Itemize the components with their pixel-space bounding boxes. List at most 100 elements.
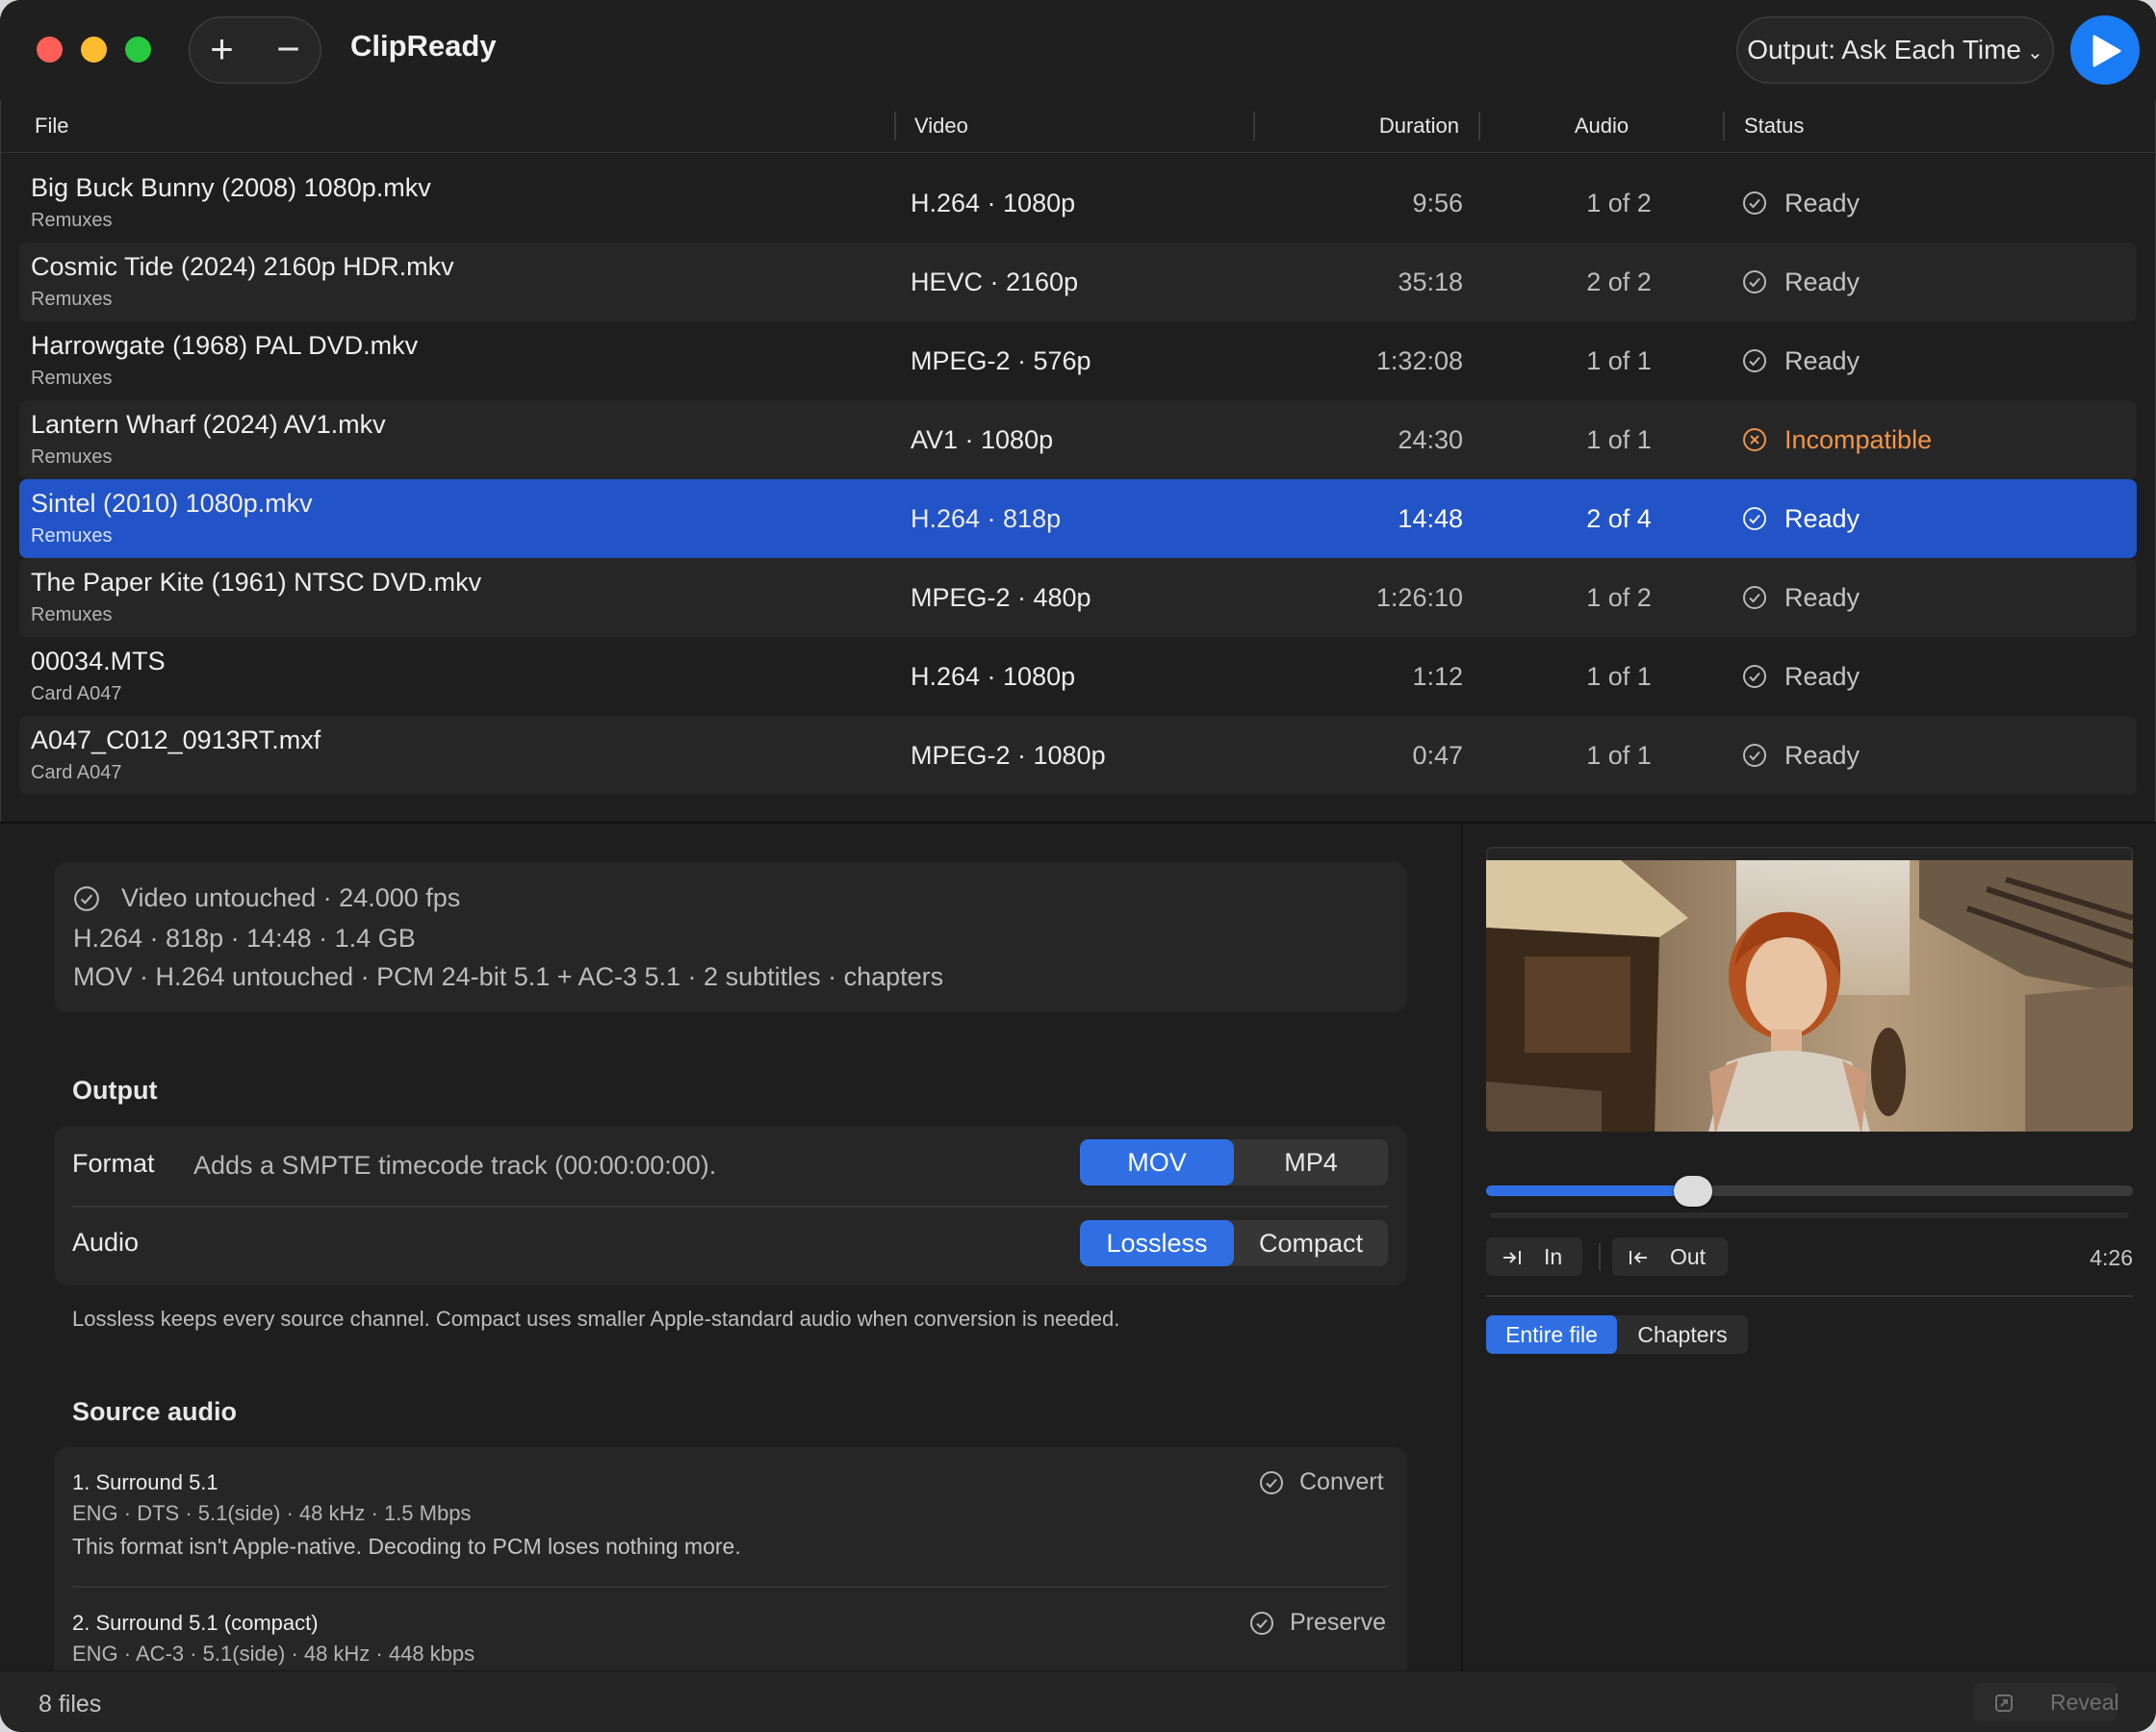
column-separator <box>1478 112 1480 140</box>
table-row[interactable]: Cosmic Tide (2024) 2160p HDR.mkv Remuxes… <box>19 242 2137 321</box>
file-name: 00034.MTS <box>31 647 166 675</box>
file-count: 8 files <box>38 1691 102 1718</box>
audio-segmented-control: Lossless Compact <box>1080 1220 1388 1266</box>
column-audio[interactable]: Audio <box>1550 114 1654 139</box>
zoom-window-button[interactable] <box>125 37 151 63</box>
column-duration[interactable]: Duration <box>1379 114 1459 139</box>
column-separator <box>894 112 896 140</box>
set-out-button[interactable]: Out <box>1612 1237 1728 1276</box>
format-description: Adds a SMPTE timecode track (00:00:00:00… <box>193 1151 717 1180</box>
file-name: A047_C012_0913RT.mxf <box>31 726 321 754</box>
duration: 9:56 <box>1412 189 1463 217</box>
reveal-in-finder-icon <box>1995 1694 2013 1712</box>
table-row[interactable]: Harrowgate (1968) PAL DVD.mkv Remuxes MP… <box>19 321 2137 400</box>
table-row[interactable]: The Paper Kite (1961) NTSC DVD.mkv Remux… <box>19 558 2137 637</box>
x-circle-icon <box>1743 428 1766 451</box>
column-video[interactable]: Video <box>914 114 968 139</box>
video-preview[interactable] <box>1486 847 2133 1132</box>
chevron-down-icon: ⌄ <box>2027 42 2043 64</box>
audio-tracks: 2 of 4 <box>1586 504 1652 533</box>
remove-file-button[interactable]: − <box>255 16 321 84</box>
file-summary: Video untouched · 24.000 fps H.264 · 818… <box>54 862 1407 1012</box>
audio-track-note: This format isn't Apple-native. Decoding… <box>72 1534 741 1559</box>
checkmark-circle-icon <box>1743 270 1766 293</box>
divider <box>72 1206 1387 1208</box>
reveal-button[interactable]: Reveal <box>1973 1683 2119 1721</box>
table-row-selected[interactable]: Sintel (2010) 1080p.mkv Remuxes H.264 · … <box>19 479 2137 558</box>
output-heading: Output <box>72 1076 158 1105</box>
source-audio-list: 1. Surround 5.1 ENG · DTS · 5.1(side) · … <box>54 1447 1407 1670</box>
column-file[interactable]: File <box>35 114 68 139</box>
duration: 14:48 <box>1398 504 1463 533</box>
table-row[interactable]: Lantern Wharf (2024) AV1.mkv Remuxes AV1… <box>19 400 2137 479</box>
set-in-button[interactable]: In <box>1486 1237 1582 1276</box>
app-window: + − ClipReady Output: Ask Each Time ⌄ Fil… <box>0 0 2156 1732</box>
checkmark-circle-icon <box>1260 1471 1283 1494</box>
audio-compact-option[interactable]: Compact <box>1234 1220 1388 1266</box>
start-button[interactable] <box>2070 15 2140 85</box>
video-info: MPEG-2 · 1080p <box>911 741 1106 770</box>
column-separator <box>1723 112 1725 140</box>
status-text: Ready <box>1784 583 1861 612</box>
mark-out-icon <box>1630 1251 1647 1264</box>
audio-tracks: 1 of 2 <box>1586 583 1652 612</box>
audio-track-title: 2. Surround 5.1 (compact) <box>72 1611 319 1635</box>
output-destination-menu[interactable]: Output: Ask Each Time ⌄ <box>1736 16 2054 84</box>
status-text: Ready <box>1784 504 1861 533</box>
range-tabs: Entire file Chapters <box>1486 1315 1748 1354</box>
format-mov-option[interactable]: MOV <box>1080 1139 1234 1185</box>
source-info-line: H.264 · 818p · 14:48 · 1.4 GB <box>73 924 416 953</box>
duration: 35:18 <box>1398 267 1463 296</box>
video-info: H.264 · 818p <box>911 504 1062 533</box>
status-text: Incompatible <box>1784 425 1933 454</box>
tab-entire-file[interactable]: Entire file <box>1486 1315 1617 1354</box>
track-action-convert[interactable]: Convert <box>1299 1468 1384 1496</box>
set-out-label: Out <box>1670 1244 1707 1269</box>
checkmark-circle-icon <box>1250 1612 1273 1635</box>
format-segmented-control: MOV MP4 <box>1080 1139 1388 1185</box>
file-folder: Remuxes <box>31 210 113 231</box>
file-name: Cosmic Tide (2024) 2160p HDR.mkv <box>31 252 454 281</box>
track-action-preserve[interactable]: Preserve <box>1290 1609 1386 1637</box>
minimize-window-button[interactable] <box>81 37 107 63</box>
status-text: Ready <box>1784 662 1861 691</box>
tab-chapters[interactable]: Chapters <box>1617 1315 1748 1354</box>
duration: 0:47 <box>1412 741 1463 770</box>
format-mp4-option[interactable]: MP4 <box>1234 1139 1388 1185</box>
column-status[interactable]: Status <box>1744 114 1804 139</box>
video-info: MPEG-2 · 576p <box>911 346 1091 375</box>
detail-pane: Video untouched · 24.000 fps H.264 · 818… <box>0 824 1461 1670</box>
duration: 1:32:08 <box>1375 346 1463 375</box>
checkmark-circle-icon <box>1743 507 1766 530</box>
status-text: Ready <box>1784 346 1861 375</box>
add-file-button[interactable]: + <box>189 16 255 84</box>
file-name: Sintel (2010) 1080p.mkv <box>31 489 313 518</box>
reveal-label: Reveal <box>2050 1690 2119 1715</box>
table-row[interactable]: 00034.MTS Card A047 H.264 · 1080p 1:12 1… <box>19 637 2137 716</box>
status-text: Ready <box>1784 189 1861 217</box>
trim-range-track[interactable] <box>1490 1212 2129 1218</box>
checkmark-circle-icon <box>1743 665 1766 688</box>
table-row[interactable]: Big Buck Bunny (2008) 1080p.mkv Remuxes … <box>19 164 2137 242</box>
duration: 24:30 <box>1398 425 1463 454</box>
checkmark-circle-icon <box>1743 191 1766 215</box>
video-info: H.264 · 1080p <box>911 189 1076 217</box>
checkmark-circle-icon <box>74 886 99 911</box>
status-bar: 8 files Reveal <box>0 1670 2156 1732</box>
scrub-slider[interactable] <box>1486 1176 2133 1207</box>
video-info: AV1 · 1080p <box>911 425 1054 454</box>
add-remove-group: + − <box>189 16 321 84</box>
scrub-slider-knob[interactable] <box>1674 1176 1713 1207</box>
file-list: Big Buck Bunny (2008) 1080p.mkv Remuxes … <box>19 164 2137 795</box>
file-folder: Remuxes <box>31 368 113 389</box>
audio-tracks: 1 of 1 <box>1586 346 1652 375</box>
audio-track-meta: ENG · DTS · 5.1(side) · 48 kHz · 1.5 Mbp… <box>72 1501 472 1525</box>
set-in-label: In <box>1544 1244 1563 1269</box>
file-name: Big Buck Bunny (2008) 1080p.mkv <box>31 173 431 202</box>
audio-lossless-option[interactable]: Lossless <box>1080 1220 1234 1266</box>
close-window-button[interactable] <box>37 37 63 63</box>
divider <box>1599 1243 1601 1270</box>
titlebar: + − ClipReady Output: Ask Each Time ⌄ <box>0 0 2156 100</box>
table-row[interactable]: A047_C012_0913RT.mxf Card A047 MPEG-2 · … <box>19 716 2137 795</box>
mark-in-icon <box>1503 1251 1521 1264</box>
